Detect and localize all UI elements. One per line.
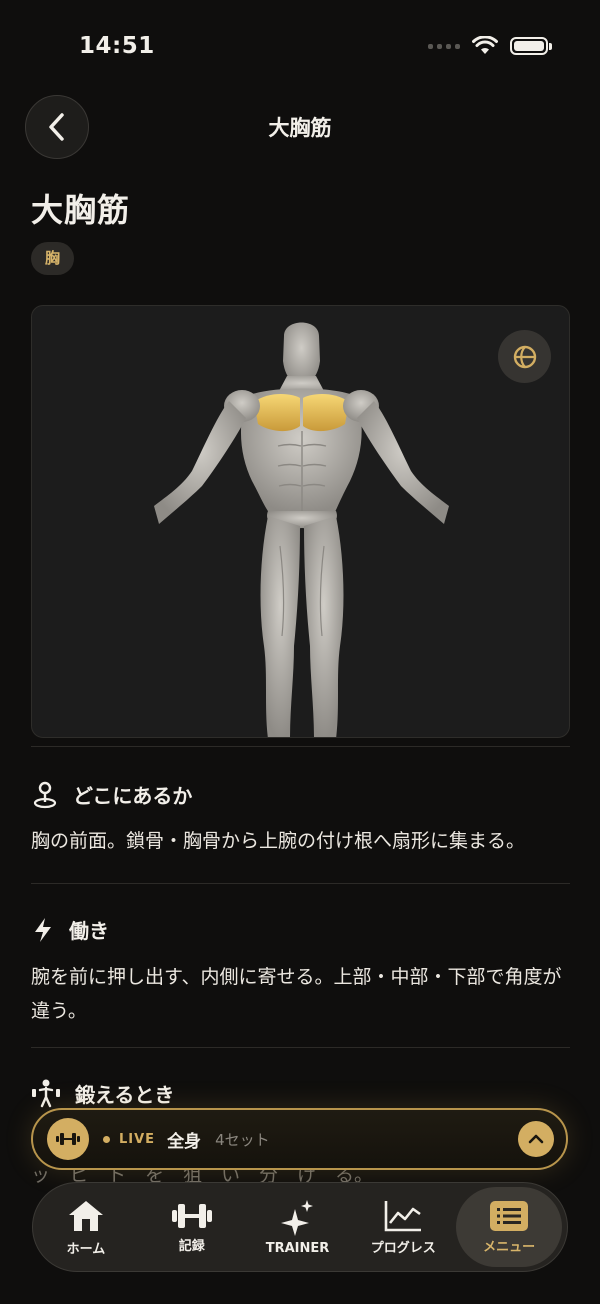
tab-record[interactable]: 記録 — [139, 1187, 245, 1267]
tab-trainer[interactable]: TRAINER — [245, 1187, 351, 1267]
live-workout-bar[interactable]: LIVE 全身 4セット — [31, 1108, 568, 1170]
live-workout-title: 全身 — [167, 1131, 202, 1152]
home-icon — [68, 1200, 103, 1231]
lightning-icon — [35, 917, 51, 942]
section-location-body: 胸の前面。鎖骨・胸骨から上腕の付け根へ扇形に集まる。 — [31, 830, 526, 852]
tab-label: メニュー — [483, 1239, 536, 1255]
live-indicator-dot — [103, 1135, 110, 1143]
chevron-up-icon — [528, 1134, 544, 1144]
expand-button[interactable] — [518, 1121, 554, 1157]
dumbbell-icon — [47, 1118, 89, 1160]
tab-label: TRAINER — [265, 1240, 330, 1256]
section-function-body: 腕を前に押し出す、内側に寄せる。上部・中部・下部で角度が違う。 — [31, 966, 562, 1022]
live-set-count: 4セット — [215, 1130, 270, 1149]
tab-label: プログレス — [370, 1240, 436, 1256]
live-label: LIVE — [119, 1131, 156, 1147]
section-location-heading: どこにあるか — [31, 780, 192, 809]
tab-menu[interactable]: メニュー — [456, 1187, 562, 1267]
sparkle-icon — [281, 1199, 314, 1236]
dumbbell-icon — [171, 1203, 212, 1228]
section-title: 働き — [69, 919, 109, 943]
muscle-3d-viewer[interactable] — [31, 305, 570, 738]
menu-list-icon — [490, 1200, 529, 1231]
tab-label: 記録 — [178, 1238, 205, 1254]
exercise-person-icon — [32, 1079, 60, 1108]
tab-bar: ホーム 記録 TRAINER プログレス メニュー — [32, 1182, 568, 1272]
status-icons — [428, 36, 552, 56]
section-function-heading: 働き — [31, 915, 109, 944]
status-time: 14:51 — [79, 33, 155, 59]
page-title: 大胸筋 — [31, 191, 131, 229]
globe-view-button[interactable] — [498, 330, 551, 383]
wifi-icon — [472, 36, 498, 54]
status-bar: 14:51 — [0, 0, 600, 96]
divider — [31, 1047, 570, 1048]
battery-icon — [510, 37, 552, 55]
body-model — [154, 322, 449, 737]
section-training-heading: 鍛えるとき — [31, 1078, 174, 1108]
section-title: どこにあるか — [73, 784, 193, 808]
category-badge: 胸 — [31, 242, 75, 275]
tab-label: ホーム — [66, 1241, 106, 1257]
cellular-signal-icon — [428, 43, 460, 49]
chart-icon — [384, 1200, 422, 1231]
globe-icon — [513, 345, 536, 368]
section-title: 鍛えるとき — [75, 1082, 175, 1107]
divider — [31, 746, 570, 747]
tab-progress[interactable]: プログレス — [350, 1187, 456, 1267]
divider — [31, 883, 570, 884]
location-pin-icon — [33, 781, 57, 808]
nav-title: 大胸筋 — [268, 116, 332, 140]
tab-home[interactable]: ホーム — [33, 1187, 139, 1267]
